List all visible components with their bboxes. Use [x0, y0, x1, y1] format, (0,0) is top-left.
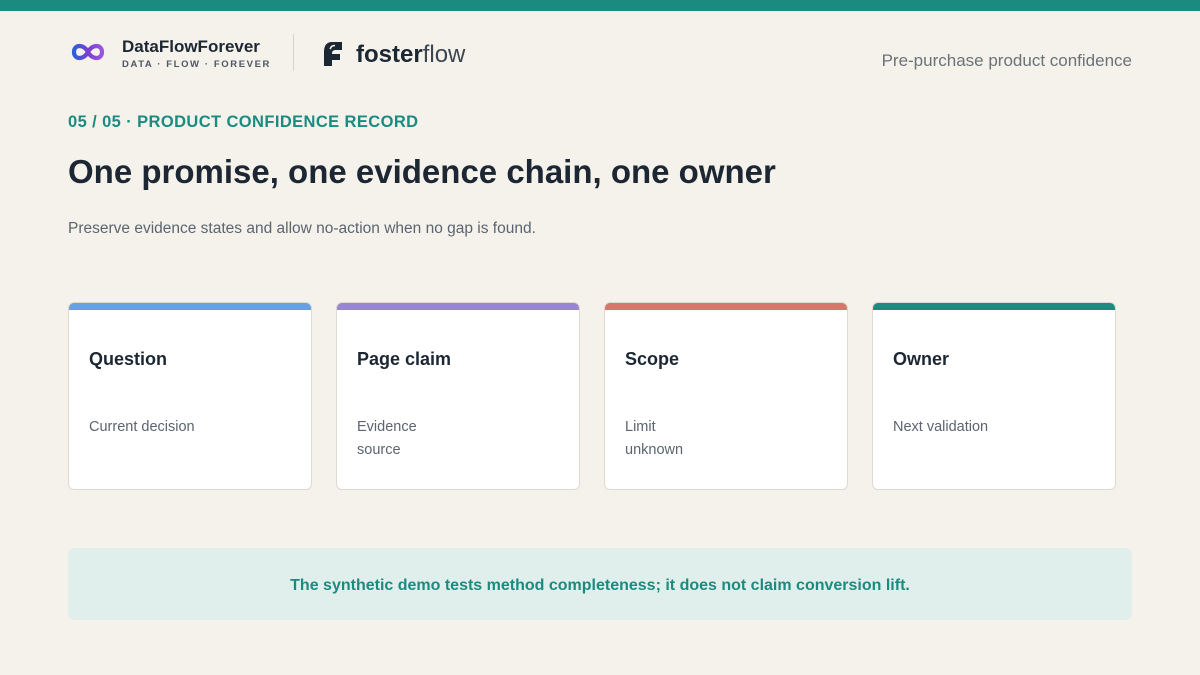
card-line: Evidence	[357, 419, 417, 435]
card-line: Current decision	[89, 419, 195, 435]
page-subtitle: Preserve evidence states and allow no-ac…	[68, 220, 536, 237]
section-eyebrow: 05 / 05 · PRODUCT CONFIDENCE RECORD	[68, 113, 419, 131]
card-body: Evidence source	[357, 416, 497, 462]
card-body: Current decision	[89, 416, 229, 439]
brand-name: DataFlowForever	[122, 37, 260, 56]
partner-name-bold: foster	[356, 41, 423, 68]
brand-tagline: DATA · FLOW · FOREVER	[122, 59, 271, 70]
page-title: One promise, one evidence chain, one own…	[68, 153, 776, 190]
card-stripe	[337, 303, 579, 310]
card-page-claim: Page claim Evidence source	[336, 302, 580, 490]
card-line: Next validation	[893, 419, 989, 435]
infinity-logo-icon	[71, 43, 105, 61]
callout-note: The synthetic demo tests method complete…	[68, 548, 1132, 620]
card-stripe	[873, 303, 1115, 310]
card-stripe	[69, 303, 311, 310]
logo-divider	[293, 34, 294, 71]
card-body: Limit unknown	[625, 416, 765, 462]
header: DataFlowForever DATA · FLOW · FOREVER fo…	[68, 34, 1132, 74]
card-line: unknown	[625, 442, 684, 458]
partner-name: fosterflow	[356, 41, 465, 69]
card-title: Question	[89, 349, 168, 369]
top-accent-bar	[0, 0, 1200, 11]
callout-note-text: The synthetic demo tests method complete…	[290, 577, 910, 594]
card-body: Next validation	[893, 416, 1033, 439]
card-stripe	[605, 303, 847, 310]
partner-name-light: flow	[422, 41, 466, 68]
card-question: Question Current decision	[68, 302, 312, 490]
leaf-logo-icon	[324, 42, 342, 66]
header-caption: Pre-purchase product confidence	[881, 51, 1132, 70]
card-line: Limit	[625, 419, 656, 435]
card-title: Page claim	[357, 349, 452, 369]
card-owner: Owner Next validation	[872, 302, 1116, 490]
card-title: Owner	[893, 349, 950, 369]
card-scope: Scope Limit unknown	[604, 302, 848, 490]
card-line: source	[357, 442, 401, 458]
card-title: Scope	[625, 349, 680, 369]
card-row: Question Current decision Page claim Evi…	[68, 302, 1116, 490]
